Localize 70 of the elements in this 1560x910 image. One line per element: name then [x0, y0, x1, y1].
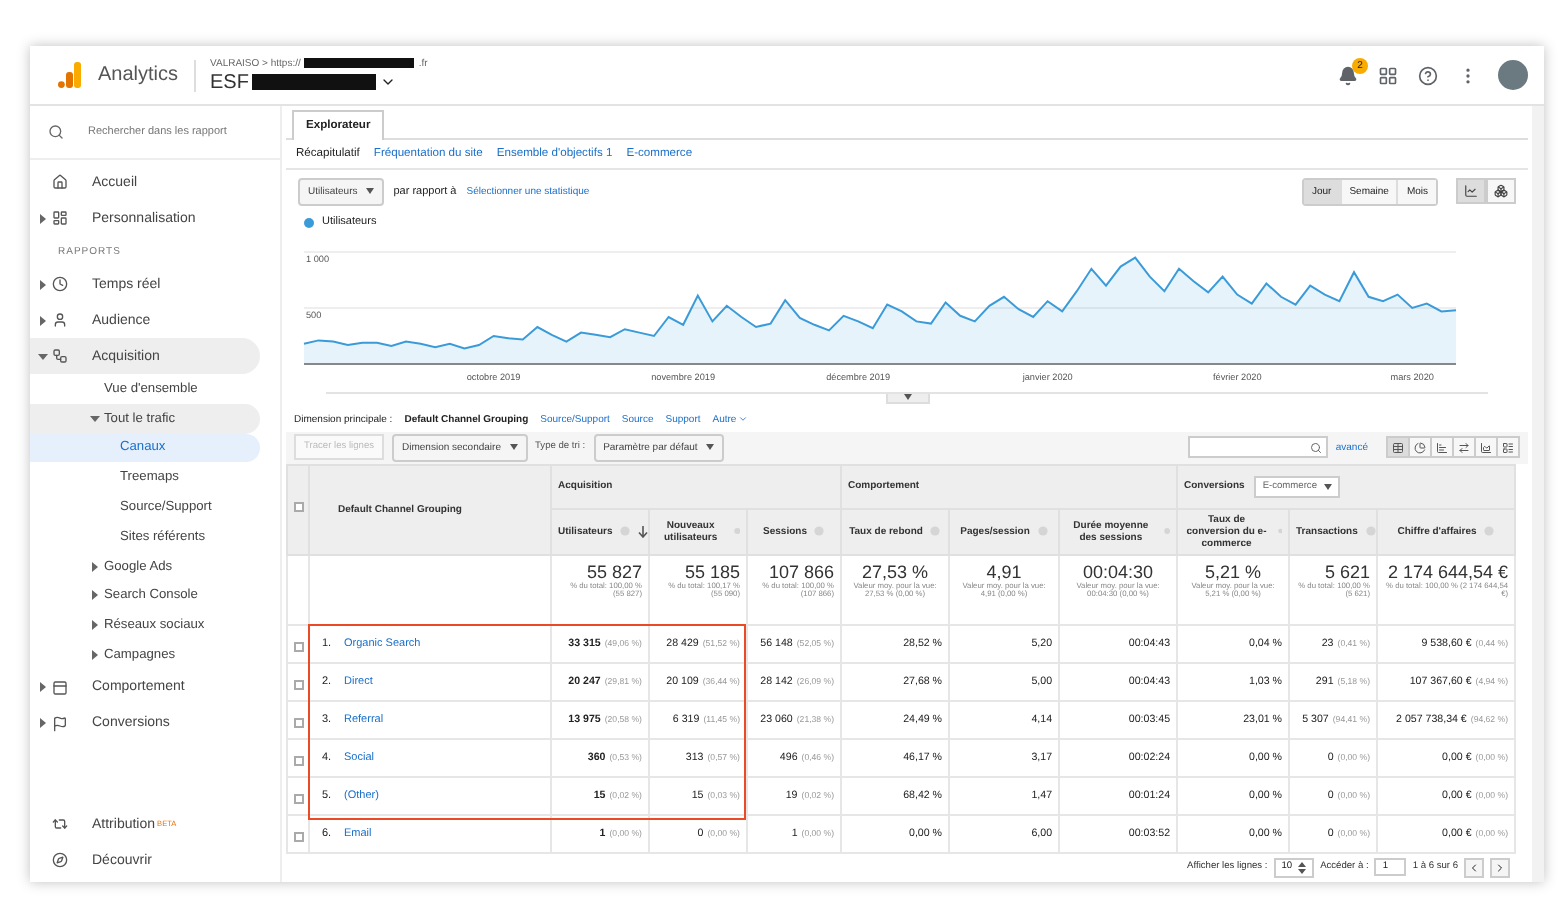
row-checkbox[interactable] — [293, 831, 303, 842]
pie-chart-icon — [1414, 441, 1426, 454]
flow-icon — [52, 348, 68, 364]
chevron-right-icon — [1494, 861, 1506, 874]
view-button[interactable] — [1452, 436, 1476, 459]
bell-icon[interactable] — [1338, 65, 1358, 85]
avatar[interactable] — [1498, 60, 1528, 90]
view-button[interactable] — [1408, 436, 1432, 459]
motion-chart-button[interactable] — [1486, 178, 1516, 205]
view-button[interactable] — [1386, 436, 1410, 459]
expand-arrow-icon[interactable] — [90, 413, 100, 424]
row-checkbox[interactable] — [293, 717, 303, 728]
table-search-field[interactable] — [1187, 436, 1328, 459]
expand-arrow-icon[interactable] — [90, 590, 100, 601]
stepper-arrows-icon — [1298, 861, 1307, 874]
cubes-icon — [1494, 184, 1508, 199]
caret-icon — [903, 394, 911, 401]
expand-arrow-icon[interactable] — [38, 279, 48, 289]
select-all-checkbox[interactable] — [294, 502, 304, 513]
line-chart-icon — [1464, 184, 1478, 199]
product-name: Analytics — [98, 59, 197, 91]
expand-arrow-icon[interactable] — [38, 213, 48, 223]
line-chart-button[interactable] — [1456, 178, 1486, 205]
bar-chart-icon — [1436, 441, 1448, 454]
person-icon — [52, 312, 68, 328]
view-button[interactable] — [1430, 436, 1454, 459]
area-chart-icon — [1480, 441, 1492, 454]
expand-arrow-icon[interactable] — [38, 315, 48, 325]
search-icon — [1309, 441, 1322, 454]
expand-arrow-icon[interactable] — [90, 650, 100, 661]
row-checkbox[interactable] — [293, 679, 303, 690]
expand-arrow-icon[interactable] — [90, 620, 100, 631]
redaction-bar — [252, 74, 377, 90]
caret-icon — [1323, 483, 1331, 490]
caret-icon — [365, 188, 374, 195]
scrollbar[interactable] — [1532, 106, 1544, 882]
expand-arrow-icon[interactable] — [90, 561, 100, 572]
row-checkbox[interactable] — [293, 793, 303, 804]
expand-arrow-icon[interactable] — [38, 351, 48, 361]
arrows-icon — [1458, 441, 1470, 454]
sort-arrow-icon[interactable] — [638, 525, 649, 538]
property-name: ESF — [210, 71, 249, 93]
list-icon — [1502, 441, 1514, 454]
view-button[interactable] — [1496, 436, 1520, 459]
row-checkbox[interactable] — [293, 755, 303, 766]
caret-icon — [705, 444, 714, 451]
help-icon[interactable] — [1418, 65, 1438, 85]
chart-resize-handle[interactable] — [885, 393, 929, 404]
analytics-logo — [58, 62, 82, 88]
view-button[interactable] — [1474, 436, 1498, 459]
window-icon — [52, 679, 68, 696]
row-checkbox[interactable] — [293, 641, 303, 652]
search-icon — [48, 124, 64, 140]
flag-icon — [52, 715, 68, 732]
home-icon — [52, 174, 68, 190]
apps-grid-icon[interactable] — [1378, 65, 1398, 85]
dashboard-icon — [52, 210, 68, 226]
redaction-bar — [304, 58, 415, 68]
compass-icon — [52, 852, 68, 868]
previous-page-button[interactable] — [1464, 857, 1484, 878]
clock-icon — [52, 276, 68, 292]
caret-icon — [509, 444, 517, 451]
next-page-button[interactable] — [1490, 857, 1510, 878]
chevron-down-icon — [738, 414, 749, 425]
expand-arrow-icon[interactable] — [38, 718, 48, 729]
expand-arrow-icon[interactable] — [38, 682, 48, 693]
table-icon — [1392, 441, 1404, 454]
arrows-icon — [52, 816, 68, 832]
dropdown-caret-icon[interactable] — [380, 74, 397, 90]
chevron-left-icon — [1468, 861, 1480, 874]
